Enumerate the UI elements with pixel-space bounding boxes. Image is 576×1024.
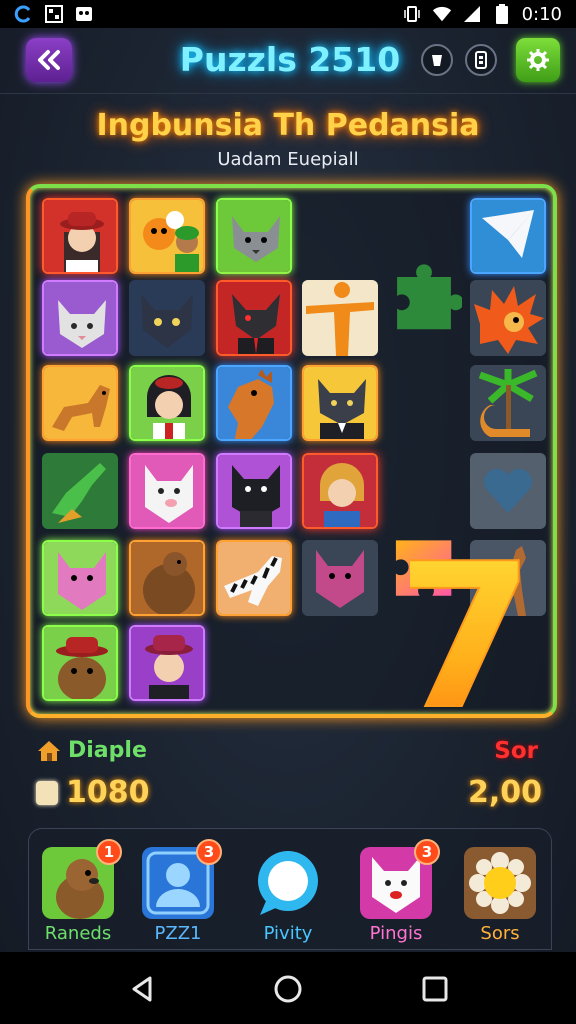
device-icon: [475, 51, 487, 69]
score-left-value: 1080: [36, 775, 150, 810]
image-notification-icon: [74, 4, 94, 24]
dock-label-sors: Sors: [480, 923, 520, 944]
dock-item-pivity[interactable]: Pivity: [243, 847, 333, 944]
wifi-icon: [432, 4, 452, 24]
puzzle-tile-wolf-suit[interactable]: [216, 280, 292, 356]
puzzle-tile-girl-red-hat[interactable]: [42, 198, 118, 274]
puzzle-tile-white-pig[interactable]: [129, 453, 205, 529]
settings-button[interactable]: [516, 38, 560, 82]
puzzle-tile-orange-figure[interactable]: [302, 280, 378, 356]
score-left-label: Diaple: [36, 738, 147, 763]
dock-item-pzz1[interactable]: 3 PZZ1: [133, 839, 223, 944]
dock-badge-raneds: 1: [96, 839, 122, 865]
puzzle-tile-black-bear[interactable]: [216, 453, 292, 529]
puzzle-tile-white-cat[interactable]: [42, 280, 118, 356]
dock-item-raneds[interactable]: 1 Raneds: [33, 839, 123, 944]
top-bar: Puzzls 2510: [0, 28, 576, 94]
level-title: Ingbunsia Th Pedansia: [96, 108, 480, 143]
puzzle-tile-pink-cat[interactable]: [42, 540, 118, 616]
phone-button[interactable]: [465, 44, 497, 76]
back-button[interactable]: [26, 38, 72, 82]
puzzle-tile-boy-blonde[interactable]: [302, 453, 378, 529]
chat-bubble-icon: [252, 847, 324, 919]
nav-home-button[interactable]: [273, 974, 303, 1004]
cup-icon: [432, 55, 442, 66]
vibrate-icon: [402, 4, 422, 24]
puzzle-tile-cartoon-duo[interactable]: [129, 198, 205, 274]
puzzle-tile-palm-dino[interactable]: [470, 365, 546, 441]
dock-item-sors[interactable]: Sors: [455, 847, 545, 944]
double-chevron-left-icon: [38, 50, 60, 70]
puzzle-tile-lizard[interactable]: [216, 365, 292, 441]
house-icon: [38, 740, 60, 761]
store-button[interactable]: [421, 44, 453, 76]
right-score-label: Sor: [494, 738, 538, 764]
puzzle-tile-fox[interactable]: [42, 365, 118, 441]
gear-icon: [527, 49, 549, 71]
dock-badge-pingis: 3: [414, 839, 440, 865]
battery-icon: [492, 4, 512, 24]
puzzle-tile-boy-hat[interactable]: [129, 625, 205, 701]
system-nav-bar: [0, 952, 576, 1024]
dock-label-pingis: Pingis: [369, 923, 423, 944]
puzzle-tile-black-cat[interactable]: [129, 280, 205, 356]
nav-recents-button[interactable]: [420, 974, 450, 1004]
circle-home-icon: [274, 975, 302, 1003]
puzzle-tile-zebra[interactable]: [216, 540, 292, 616]
puzzle-tile-pink-wolf[interactable]: [302, 540, 378, 616]
right-score-value: 2,00: [467, 775, 542, 810]
user-profile-icon: 3: [142, 839, 222, 919]
sun-flower-icon: [464, 847, 536, 919]
coin-icon: [36, 780, 58, 805]
status-time: 0:10: [521, 3, 562, 25]
game-screen: 0:10 Puzzls 2510 Ingbunsia Th Pedansia U…: [0, 0, 576, 1024]
dock-label-raneds: Raneds: [44, 923, 112, 944]
dock-item-pingis[interactable]: 3 Pingis: [351, 839, 441, 944]
puzzle-tile-capybara[interactable]: [129, 540, 205, 616]
triangle-back-icon: [132, 976, 152, 1002]
nav-back-button[interactable]: [128, 974, 158, 1004]
bottom-dock: 1 Raneds 3 PZZ1 Pivity 3 Pingis Sors: [28, 828, 552, 950]
dock-label-pzz1: PZZ1: [154, 923, 202, 944]
puzzle-tile-beaver-hat[interactable]: [42, 625, 118, 701]
grid-notification-icon: [44, 4, 64, 24]
svg-text:7: 7: [410, 536, 520, 726]
square-recents-icon: [422, 976, 448, 1002]
page-title: Puzzls 2510: [179, 40, 401, 79]
left-score-label-text: Diaple: [68, 738, 147, 763]
dog-icon: 1: [42, 839, 122, 919]
puzzle-tile-heart[interactable]: [470, 453, 546, 529]
dock-label-pivity: Pivity: [263, 923, 313, 944]
app-notification-icon: [14, 4, 34, 24]
puzzle-board: 7: [26, 184, 557, 726]
puzzle-tile-girl-black-hair[interactable]: [129, 365, 205, 441]
puzzle-piece-green[interactable]: [386, 258, 470, 354]
left-score-value-text: 1080: [66, 775, 150, 810]
cat-face-icon: 3: [360, 839, 440, 919]
dock-badge-pzz1: 3: [196, 839, 222, 865]
level-subtitle: Uadam Euepiall: [217, 149, 359, 170]
level-number-seven: 7: [410, 536, 520, 726]
puzzle-tile-cat-suit[interactable]: [302, 365, 378, 441]
puzzle-tile-green-lizard[interactable]: [42, 453, 118, 529]
puzzle-tile-grey-cat[interactable]: [216, 198, 292, 274]
status-bar: 0:10: [0, 0, 576, 28]
puzzle-tile-hedgehog-creature[interactable]: [470, 280, 546, 356]
puzzle-tile-paper-plane[interactable]: [470, 198, 546, 274]
signal-icon: [462, 4, 482, 24]
